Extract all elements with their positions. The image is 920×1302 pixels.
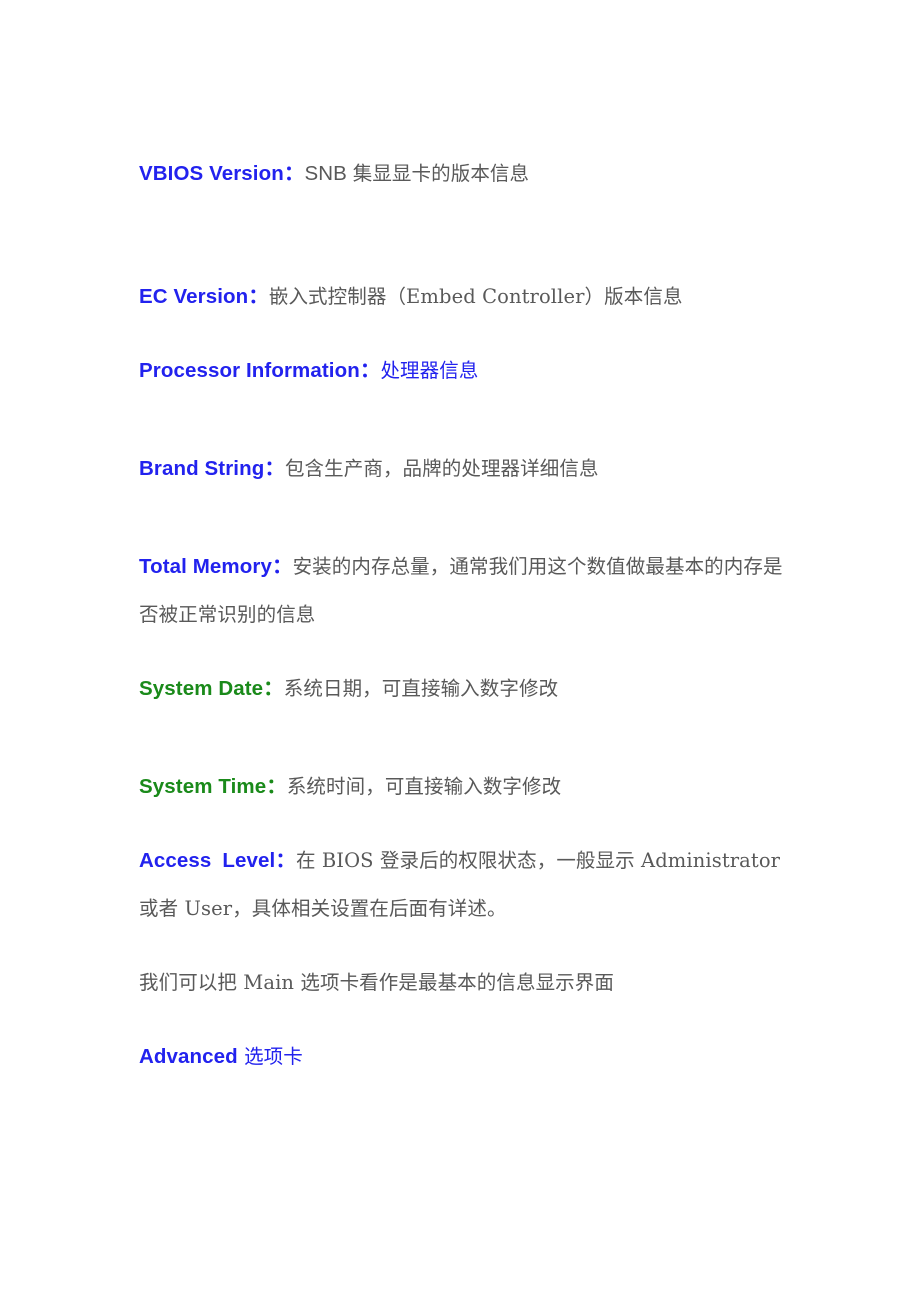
system-date-colon: ： <box>263 677 284 700</box>
advanced-tab-label: Advanced <box>139 1045 238 1068</box>
brand-string-colon: ： <box>264 457 285 480</box>
entry-ec-version: EC Version：嵌入式控制器（Embed Controller）版本信息 <box>139 273 799 321</box>
processor-information-colon: ： <box>359 359 381 382</box>
access-level-label-part2: Level <box>222 849 276 872</box>
processor-information-label: Processor Information <box>139 359 360 382</box>
vbios-version-description: 集显显卡的版本信息 <box>352 162 530 185</box>
entry-system-date: System Date：系统日期，可直接输入数字修改 <box>139 665 799 713</box>
system-time-colon: ： <box>266 775 287 798</box>
vbios-version-label: VBIOS Version <box>139 162 284 185</box>
system-date-description: 系统日期，可直接输入数字修改 <box>283 677 559 700</box>
system-date-label: System Date <box>139 677 264 700</box>
system-time-label: System Time <box>139 775 267 798</box>
processor-information-description: 处理器信息 <box>380 359 479 382</box>
brand-string-description: 包含生产商，品牌的处理器详细信息 <box>284 457 599 480</box>
main-tab-note-text: 我们可以把 Main 选项卡看作是最基本的信息显示界面 <box>139 971 614 994</box>
total-memory-colon: ： <box>271 555 293 578</box>
vbios-version-colon: ： <box>283 162 305 185</box>
system-time-description: 系统时间，可直接输入数字修改 <box>286 775 562 798</box>
ec-version-description: 嵌入式控制器（Embed Controller）版本信息 <box>268 285 683 308</box>
entry-vbios-version: VBIOS Version：SNB 集显显卡的版本信息 <box>139 150 799 198</box>
entry-access-level: Access Level：在 BIOS 登录后的权限状态，一般显示 Adminis… <box>139 837 799 933</box>
ec-version-colon: ： <box>248 285 269 308</box>
advanced-tab-suffix: 选项卡 <box>237 1045 303 1068</box>
vbios-version-desc-prefix: SNB <box>304 162 353 185</box>
entry-system-time: System Time：系统时间，可直接输入数字修改 <box>139 763 799 811</box>
brand-string-label: Brand String <box>139 457 265 480</box>
access-level-colon: ： <box>275 849 296 872</box>
document-content: VBIOS Version：SNB 集显显卡的版本信息 EC Version：嵌… <box>139 150 799 1081</box>
access-level-label-part1: Access <box>139 849 212 872</box>
entry-total-memory: Total Memory：安装的内存总量，通常我们用这个数值做最基本的内存是否被… <box>139 543 799 639</box>
main-tab-note: 我们可以把 Main 选项卡看作是最基本的信息显示界面 <box>139 959 799 1007</box>
entry-brand-string: Brand String：包含生产商，品牌的处理器详细信息 <box>139 445 799 493</box>
ec-version-label: EC Version <box>139 285 249 308</box>
advanced-tab-heading: Advanced 选项卡 <box>139 1033 799 1081</box>
document-page: VBIOS Version：SNB 集显显卡的版本信息 EC Version：嵌… <box>0 0 920 1302</box>
entry-processor-information: Processor Information：处理器信息 <box>139 347 799 395</box>
total-memory-label: Total Memory <box>139 555 272 578</box>
